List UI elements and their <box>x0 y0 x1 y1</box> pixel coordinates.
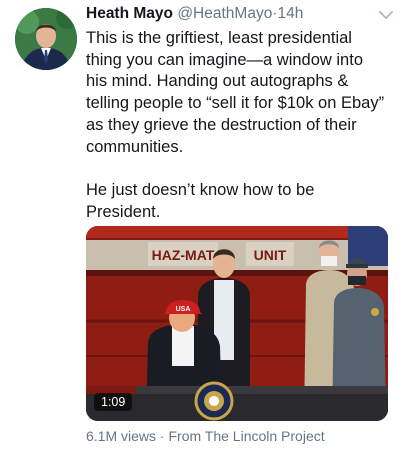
video-player[interactable]: HAZ-MAT UNIT USA 1:09 <box>86 226 388 421</box>
video-meta: 6.1M views · From The Lincoln Project <box>86 428 325 444</box>
tweet-time[interactable]: 14h <box>277 5 303 22</box>
tweet-card[interactable]: Heath Mayo @HeathMayo·14h This is the gr… <box>0 0 408 450</box>
view-count: 6.1M views <box>86 428 157 444</box>
author-handle[interactable]: @HeathMayo <box>177 5 272 22</box>
tweet-header: Heath Mayo @HeathMayo·14h <box>86 5 386 27</box>
video-thumbnail: HAZ-MAT UNIT USA <box>86 226 388 421</box>
video-duration-badge: 1:09 <box>94 393 133 411</box>
hat-text: USA <box>176 306 191 313</box>
truck-sign-right: UNIT <box>254 247 287 263</box>
chevron-down-icon[interactable] <box>378 8 394 20</box>
video-source-link[interactable]: From The Lincoln Project <box>168 428 324 444</box>
author-name[interactable]: Heath Mayo <box>86 5 173 22</box>
truck-sign-left: HAZ-MAT <box>152 247 215 263</box>
avatar[interactable] <box>15 8 77 70</box>
tweet-text: This is the griftiest, least presidentia… <box>86 29 385 221</box>
